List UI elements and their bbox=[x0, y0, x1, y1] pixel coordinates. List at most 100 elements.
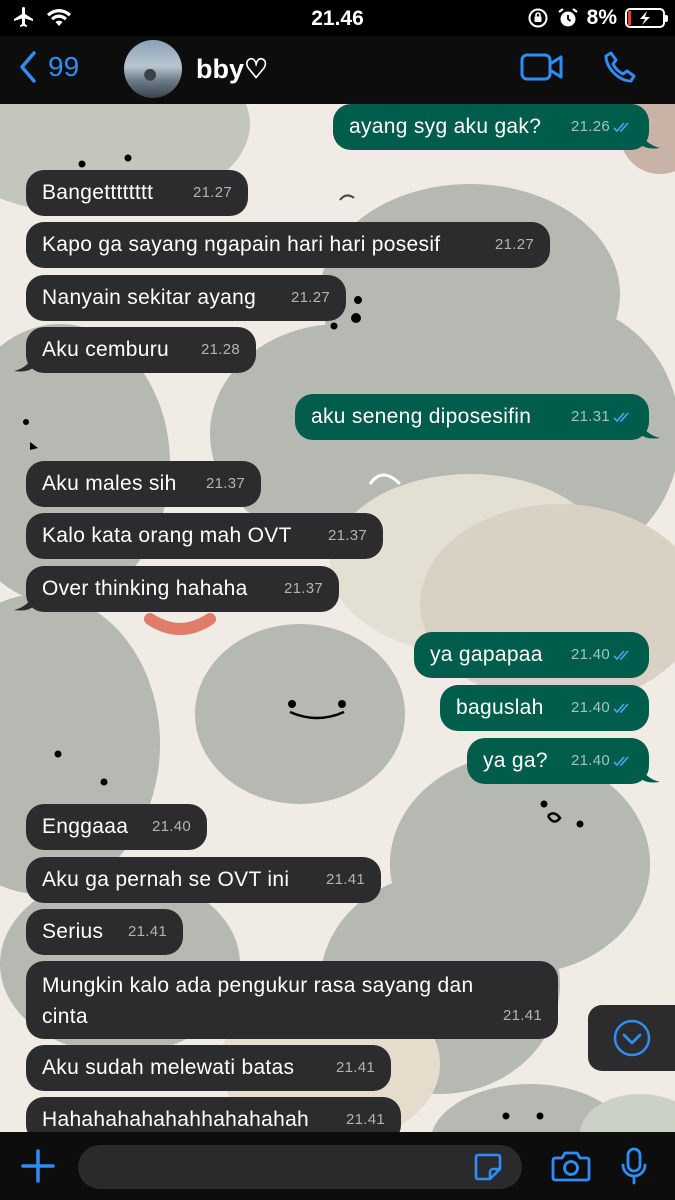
chat-area[interactable]: ayang syg aku gak? 21.26 Bangetttttttt 2… bbox=[0, 104, 675, 1132]
message-in[interactable]: Kapo ga sayang ngapain hari hari posesif… bbox=[26, 222, 550, 268]
message-time: 21.41 bbox=[325, 871, 365, 888]
message-meta: 21.41 bbox=[503, 1002, 542, 1030]
message-text: Aku ga pernah se OVT ini bbox=[42, 868, 290, 891]
plus-icon[interactable] bbox=[20, 1148, 56, 1184]
message-text: Hahahahahahahhahahahah bbox=[42, 1108, 310, 1131]
read-ticks-icon bbox=[613, 122, 629, 133]
message-in[interactable]: Kalo kata orang mah OVT 21.37 bbox=[26, 513, 383, 559]
message-meta: 21.27 bbox=[193, 179, 232, 207]
message-text: Bangetttttttt bbox=[42, 181, 154, 204]
message-text: Serius bbox=[42, 920, 104, 943]
message-in[interactable]: Enggaaa 21.40 bbox=[26, 804, 207, 850]
message-out[interactable]: aku seneng diposesifin 21.31 bbox=[295, 394, 649, 440]
back-button[interactable]: 99 bbox=[18, 50, 79, 84]
microphone-icon[interactable] bbox=[620, 1147, 648, 1185]
message-time: 21.37 bbox=[283, 580, 323, 597]
message-time: 21.27 bbox=[290, 289, 330, 306]
message-text: Mungkin kalo ada pengukur rasa sayang da… bbox=[42, 974, 474, 1028]
message-in[interactable]: Mungkin kalo ada pengukur rasa sayang da… bbox=[26, 961, 558, 1039]
message-time: 21.31 bbox=[570, 408, 610, 425]
read-ticks-icon bbox=[613, 412, 629, 423]
message-out[interactable]: ayang syg aku gak? 21.26 bbox=[333, 104, 649, 150]
battery-percent: 8% bbox=[586, 6, 617, 29]
message-text: Nanyain sekitar ayang bbox=[42, 286, 257, 309]
message-text: ya gapapaa bbox=[430, 643, 543, 666]
message-meta: 21.27 bbox=[495, 231, 534, 259]
message-text: Over thinking hahaha bbox=[42, 577, 248, 600]
message-meta: 21.41 bbox=[346, 1106, 385, 1132]
message-text: Aku sudah melewati batas bbox=[42, 1056, 295, 1079]
contact-name[interactable]: bby♡ bbox=[196, 54, 268, 85]
message-meta: 21.40 bbox=[152, 813, 191, 841]
status-bar: 21.46 8% bbox=[0, 0, 675, 36]
read-ticks-icon bbox=[613, 703, 629, 714]
bubble-tail bbox=[14, 592, 34, 611]
message-meta: 21.27 bbox=[291, 284, 330, 312]
message-text: Aku cemburu bbox=[42, 338, 170, 361]
message-in[interactable]: Aku ga pernah se OVT ini 21.41 bbox=[26, 857, 381, 903]
message-in[interactable]: Aku cemburu 21.28 bbox=[26, 327, 256, 373]
message-text: Kalo kata orang mah OVT bbox=[42, 524, 292, 547]
bubble-tail bbox=[640, 130, 660, 149]
input-bar bbox=[0, 1132, 675, 1200]
message-in[interactable]: Over thinking hahaha 21.37 bbox=[26, 566, 339, 612]
message-text: baguslah bbox=[456, 696, 544, 719]
status-right: 8% bbox=[527, 6, 668, 30]
message-meta: 21.40 bbox=[571, 694, 633, 722]
message-out[interactable]: ya ga? 21.40 bbox=[467, 738, 649, 784]
message-meta: 21.28 bbox=[201, 336, 240, 364]
message-in[interactable]: Aku sudah melewati batas 21.41 bbox=[26, 1045, 391, 1091]
message-time: 21.37 bbox=[205, 475, 245, 492]
message-time: 21.40 bbox=[570, 646, 610, 663]
message-time: 21.27 bbox=[494, 236, 534, 253]
message-out[interactable]: ya gapapaa 21.40 bbox=[414, 632, 649, 678]
bubble-tail bbox=[640, 764, 660, 783]
message-time: 21.40 bbox=[570, 699, 610, 716]
message-time: 21.26 bbox=[570, 118, 610, 135]
message-time: 21.40 bbox=[151, 818, 191, 835]
camera-icon[interactable] bbox=[551, 1149, 591, 1183]
bubble-tail bbox=[640, 420, 660, 439]
message-meta: 21.37 bbox=[284, 575, 323, 603]
avatar[interactable] bbox=[124, 40, 182, 98]
message-meta: 21.41 bbox=[326, 866, 365, 894]
back-chevron-icon bbox=[20, 51, 36, 83]
message-in[interactable]: Bangetttttttt 21.27 bbox=[26, 170, 248, 216]
read-ticks-icon bbox=[613, 650, 629, 661]
read-ticks-icon bbox=[613, 756, 629, 767]
message-input[interactable] bbox=[78, 1145, 522, 1189]
message-time: 21.41 bbox=[335, 1059, 375, 1076]
message-in[interactable]: Nanyain sekitar ayang 21.27 bbox=[26, 275, 346, 321]
alarm-icon bbox=[557, 8, 578, 27]
message-meta: 21.26 bbox=[571, 113, 633, 141]
message-meta: 21.41 bbox=[336, 1054, 375, 1082]
message-in[interactable]: Serius 21.41 bbox=[26, 909, 183, 955]
message-text: Enggaaa bbox=[42, 815, 129, 838]
message-time: 21.41 bbox=[345, 1111, 385, 1128]
message-time: 21.41 bbox=[502, 1007, 542, 1024]
scroll-down-icon bbox=[613, 1019, 651, 1057]
message-meta: 21.31 bbox=[571, 403, 633, 431]
message-text: Aku males sih bbox=[42, 472, 177, 495]
message-time: 21.27 bbox=[192, 184, 232, 201]
message-meta: 21.40 bbox=[571, 641, 633, 669]
message-in[interactable]: Hahahahahahahhahahahah 21.41 bbox=[26, 1097, 401, 1132]
message-meta: 21.40 bbox=[571, 747, 633, 775]
scroll-down-button[interactable] bbox=[588, 1005, 675, 1071]
message-time: 21.41 bbox=[127, 923, 167, 940]
phone-icon[interactable] bbox=[602, 50, 638, 86]
message-text: ayang syg aku gak? bbox=[349, 115, 542, 138]
message-out[interactable]: baguslah 21.40 bbox=[440, 685, 649, 731]
sticker-icon[interactable] bbox=[472, 1151, 504, 1183]
message-in[interactable]: Aku males sih 21.37 bbox=[26, 461, 261, 507]
message-time: 21.28 bbox=[200, 341, 240, 358]
bubble-tail bbox=[14, 353, 34, 372]
message-text: aku seneng diposesifin bbox=[311, 405, 532, 428]
video-call-icon[interactable] bbox=[520, 52, 564, 82]
message-time: 21.40 bbox=[570, 752, 610, 769]
message-meta: 21.37 bbox=[328, 522, 367, 550]
message-text: Kapo ga sayang ngapain hari hari posesif bbox=[42, 233, 441, 256]
unread-count: 99 bbox=[48, 51, 80, 82]
message-meta: 21.41 bbox=[128, 918, 167, 946]
message-meta: 21.37 bbox=[206, 470, 245, 498]
